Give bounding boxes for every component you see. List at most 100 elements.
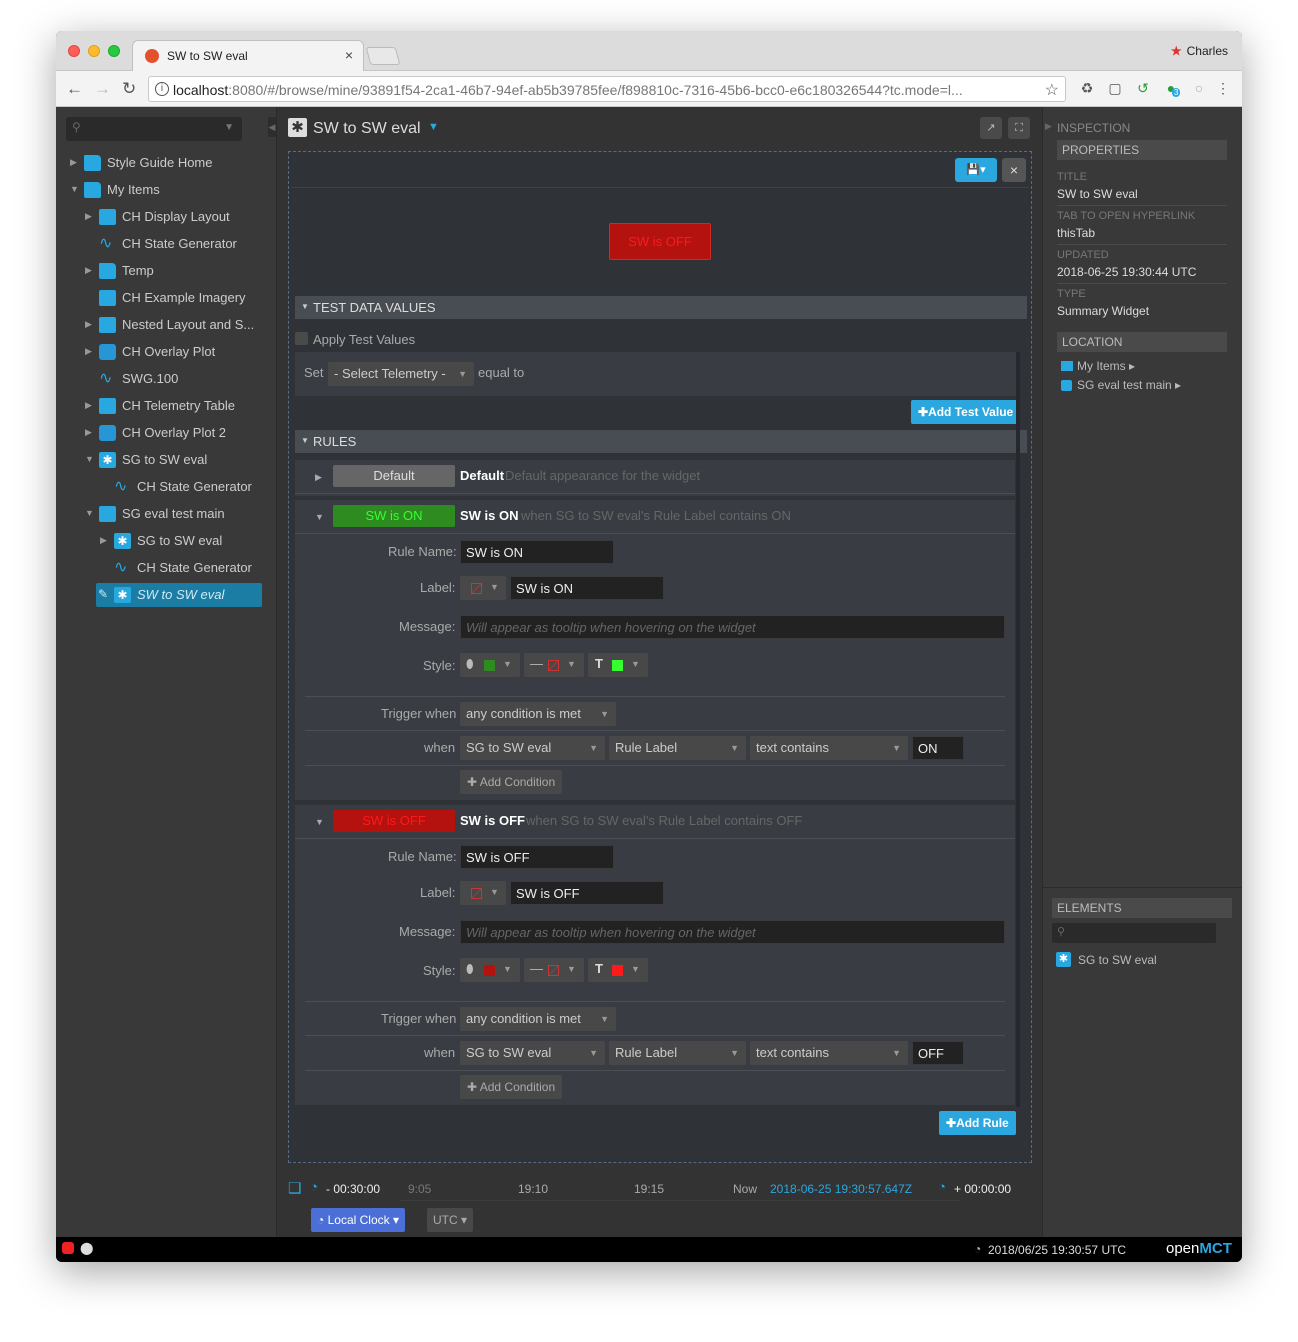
tree-item[interactable]: ▶ Style Guide Home: [56, 151, 277, 175]
back-icon[interactable]: ←: [66, 79, 83, 99]
border-color-picker[interactable]: — ▼: [524, 958, 584, 982]
tree-item[interactable]: ▼ My Items: [56, 178, 277, 202]
expand-down-icon[interactable]: ▼: [85, 508, 94, 518]
close-tab-icon[interactable]: ×: [345, 47, 353, 63]
sync-extension-icon[interactable]: ↺: [1134, 80, 1152, 98]
tree-item[interactable]: CH State Generator: [56, 232, 277, 256]
tree-item[interactable]: ▶ CH Overlay Plot 2: [56, 421, 277, 445]
time-conductor-icon[interactable]: ❑: [288, 1179, 301, 1197]
label-input[interactable]: SW is ON: [510, 576, 664, 600]
text-color-picker[interactable]: T ▼: [588, 958, 648, 982]
screenshot-extension-icon[interactable]: ▢: [1106, 80, 1124, 98]
label-icon-select[interactable]: ▼: [460, 576, 506, 600]
minimize-window-button[interactable]: [88, 45, 100, 57]
rule-off-header[interactable]: ▼ SW is OFF SW is OFF when SG to SW eval…: [295, 805, 1015, 839]
bookmark-star-icon[interactable]: ☆: [1045, 80, 1059, 100]
tree-item[interactable]: ▶ CH Telemetry Table: [56, 394, 277, 418]
apply-test-values-checkbox[interactable]: [295, 332, 308, 345]
collapse-down-icon[interactable]: ▼: [315, 512, 324, 522]
new-window-button[interactable]: ↗: [980, 117, 1002, 139]
collapse-down-icon[interactable]: ▼: [315, 817, 324, 827]
tree-item[interactable]: CH Example Imagery: [56, 286, 277, 310]
zoom-window-button[interactable]: [108, 45, 120, 57]
trigger-select[interactable]: any condition is met: [460, 1007, 616, 1031]
expand-right-icon[interactable]: ▶: [85, 319, 92, 330]
alert-indicator-icon[interactable]: [62, 1242, 74, 1254]
expand-right-icon[interactable]: ▶: [70, 157, 77, 168]
openmct-logo[interactable]: openMCT: [1166, 1240, 1232, 1257]
label-icon-select[interactable]: ▼: [460, 881, 506, 905]
rule-name-input[interactable]: SW is ON: [460, 540, 614, 564]
time-axis[interactable]: [400, 1200, 960, 1201]
url-field[interactable]: i localhost:8080/#/browse/mine/93891f54-…: [148, 76, 1066, 102]
rules-section-header[interactable]: RULES: [295, 430, 1027, 453]
widget-preview[interactable]: SW is OFF: [609, 223, 711, 260]
telemetry-select[interactable]: - Select Telemetry -: [328, 362, 474, 386]
expand-right-icon[interactable]: ▶: [85, 400, 92, 411]
info-icon[interactable]: i: [155, 82, 169, 96]
scrollbar[interactable]: [1016, 352, 1020, 1107]
end-offset[interactable]: + 00:00:00: [954, 1182, 1011, 1196]
expand-down-icon[interactable]: ▼: [70, 184, 79, 194]
badge-extension-icon[interactable]: ● 3: [1162, 80, 1181, 98]
expand-down-icon[interactable]: ▼: [85, 454, 94, 464]
default-rule-header[interactable]: ▶ Default Default Default appearance for…: [295, 460, 1015, 494]
notification-icon[interactable]: ⬤: [80, 1241, 93, 1255]
tree-item[interactable]: ▼ ✱ SG to SW eval: [56, 448, 277, 472]
text-color-picker[interactable]: T ▼: [588, 653, 648, 677]
tree-item[interactable]: ▼ SG eval test main: [56, 502, 277, 526]
condition-field-select[interactable]: Rule Label: [609, 1041, 746, 1065]
rule-name-input[interactable]: SW is OFF: [460, 845, 614, 869]
elements-search-input[interactable]: ⚲: [1052, 923, 1216, 943]
condition-operation-select[interactable]: text contains: [750, 1041, 908, 1065]
tree-search-input[interactable]: ⚲ ▼: [66, 117, 242, 141]
tree-item[interactable]: ▶ ✱ SG to SW eval: [56, 529, 277, 553]
tree-item[interactable]: ▶ Nested Layout and S...: [56, 313, 277, 337]
tree-item[interactable]: ▶ Temp: [56, 259, 277, 283]
recycle-extension-icon[interactable]: ♻: [1078, 80, 1096, 98]
clock-mode-button[interactable]: ◔ Local Clock ▾: [311, 1208, 405, 1232]
tree-item[interactable]: SWG.100: [56, 367, 277, 391]
tree-item[interactable]: ✎ ✱ SW to SW eval: [96, 583, 262, 607]
expand-right-icon[interactable]: ▶: [85, 427, 92, 438]
add-rule-button[interactable]: ✚Add Rule: [939, 1111, 1016, 1135]
forward-icon[interactable]: →: [94, 79, 111, 99]
test-data-section-header[interactable]: TEST DATA VALUES: [295, 296, 1027, 319]
object-menu-chevron-icon[interactable]: ▼: [428, 121, 439, 133]
message-input[interactable]: Will appear as tooltip when hovering on …: [460, 615, 1005, 639]
add-test-value-button[interactable]: ✚Add Test Value: [911, 400, 1021, 424]
new-tab-button[interactable]: [365, 47, 401, 65]
rule-on-header[interactable]: ▼ SW is ON SW is ON when SG to SW eval's…: [295, 500, 1015, 534]
timezone-button[interactable]: UTC ▾: [427, 1208, 474, 1232]
condition-field-select[interactable]: Rule Label: [609, 736, 746, 760]
label-input[interactable]: SW is OFF: [510, 881, 664, 905]
tree-item[interactable]: CH State Generator: [56, 475, 277, 499]
condition-object-select[interactable]: SG to SW eval: [460, 1041, 605, 1065]
close-window-button[interactable]: [68, 45, 80, 57]
condition-value-input[interactable]: ON: [912, 736, 964, 760]
element-item[interactable]: SG to SW eval: [1078, 953, 1157, 967]
border-color-picker[interactable]: — ▼: [524, 653, 584, 677]
tree-item[interactable]: ▶ CH Overlay Plot: [56, 340, 277, 364]
tree-item[interactable]: ▶ CH Display Layout: [56, 205, 277, 229]
start-offset[interactable]: - 00:30:00: [326, 1182, 380, 1196]
trigger-select[interactable]: any condition is met: [460, 702, 616, 726]
condition-operation-select[interactable]: text contains: [750, 736, 908, 760]
condition-object-select[interactable]: SG to SW eval: [460, 736, 605, 760]
right-pane-collapse-handle[interactable]: ▶: [1045, 121, 1052, 132]
expand-right-icon[interactable]: ▶: [100, 535, 107, 546]
condition-value-input[interactable]: OFF: [912, 1041, 964, 1065]
left-pane-collapse-handle[interactable]: ◀: [268, 117, 276, 137]
save-button[interactable]: 💾▾: [955, 158, 997, 182]
fullscreen-button[interactable]: ⛶: [1008, 117, 1030, 139]
circle-extension-icon[interactable]: ○: [1190, 80, 1208, 98]
background-color-picker[interactable]: ⬮ ▼: [460, 958, 520, 982]
add-condition-button[interactable]: ✚ Add Condition: [460, 1075, 563, 1099]
close-edit-button[interactable]: ×: [1002, 158, 1026, 182]
location-item[interactable]: My Items ▸: [1077, 359, 1135, 373]
tree-item[interactable]: CH State Generator: [56, 556, 277, 580]
background-color-picker[interactable]: ⬮ ▼: [460, 653, 520, 677]
profile-button[interactable]: ★ Charles: [1171, 44, 1228, 58]
browser-tab[interactable]: SW to SW eval ×: [132, 40, 364, 71]
location-item[interactable]: SG eval test main ▸: [1077, 378, 1181, 392]
